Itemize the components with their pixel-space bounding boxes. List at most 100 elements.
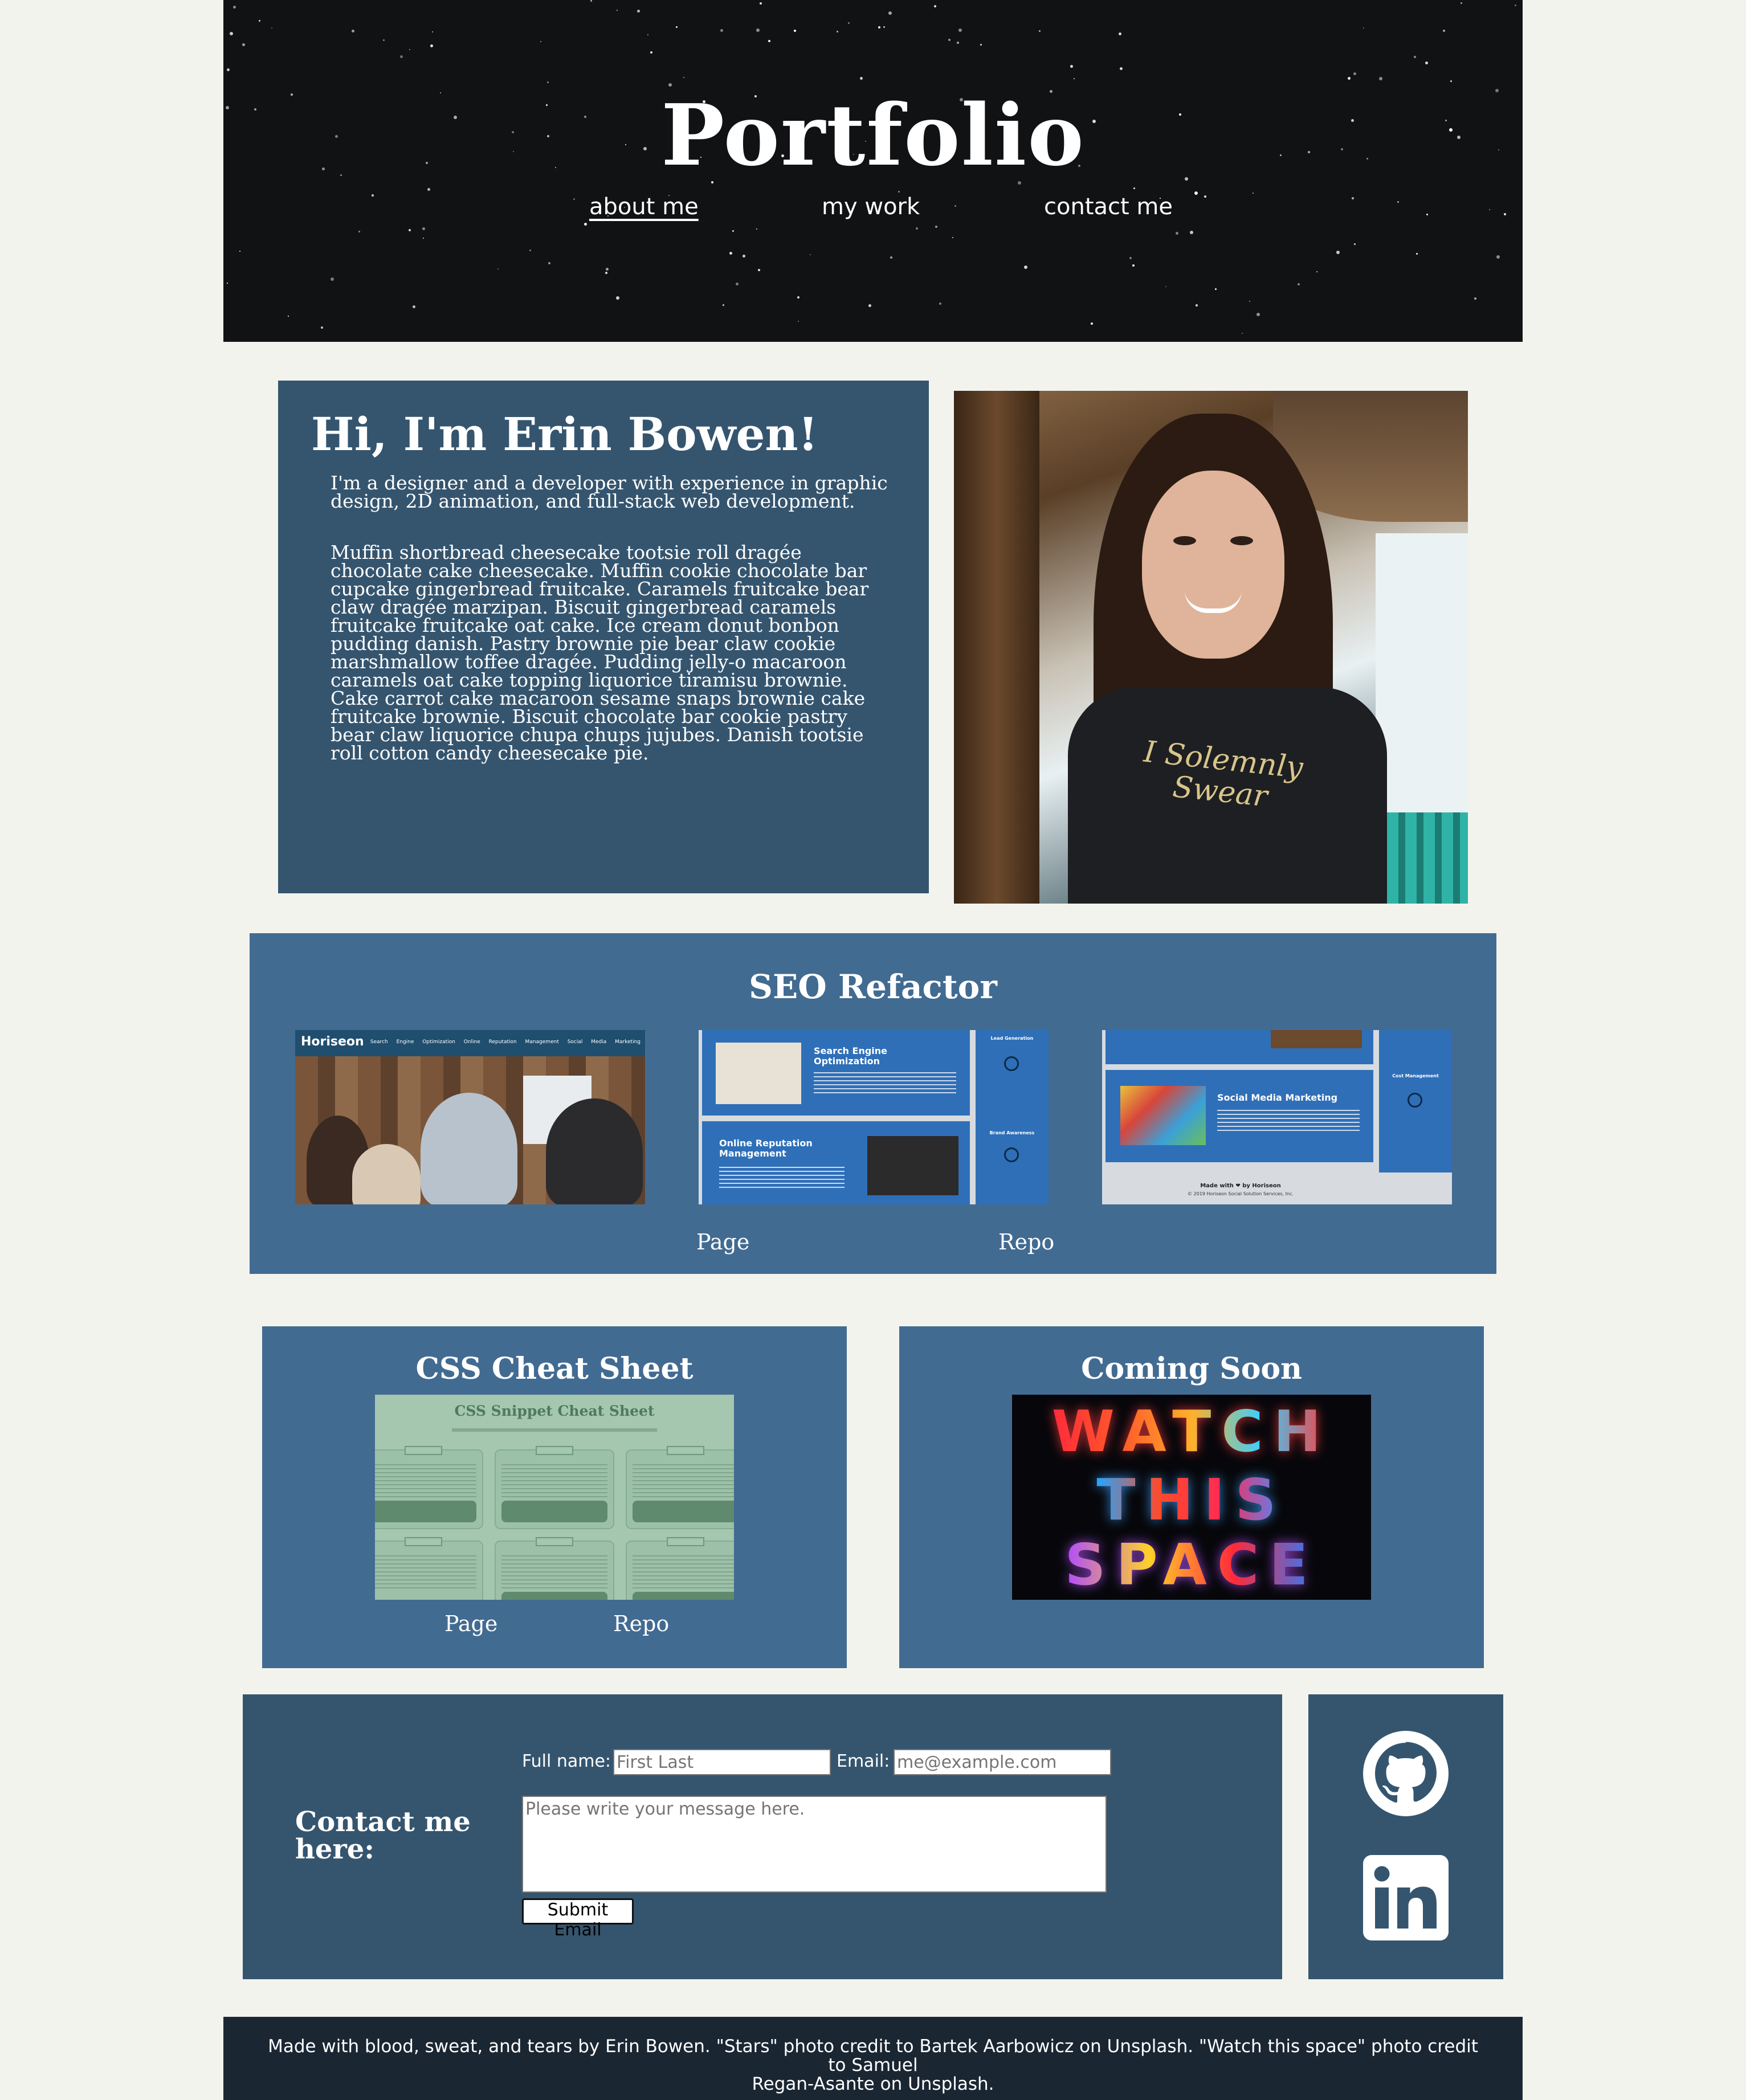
star: [230, 32, 233, 35]
footer-credit-line-2: Regan-Asante on Unsplash.: [752, 2074, 994, 2094]
full-name-input[interactable]: [613, 1749, 831, 1775]
nav-my-work[interactable]: my work: [822, 194, 920, 220]
star: [1196, 304, 1198, 307]
star: [1176, 232, 1178, 235]
star: [732, 230, 734, 232]
star: [794, 30, 796, 32]
star: [957, 42, 959, 44]
star: [948, 39, 950, 41]
star: [756, 28, 760, 32]
css-page-link[interactable]: Page: [444, 1611, 497, 1636]
star: [952, 237, 953, 238]
tile-seo-title: Search Engine Optimization: [814, 1045, 888, 1067]
star: [1425, 62, 1428, 64]
star: [676, 26, 678, 28]
star: [837, 31, 838, 32]
tile-smm-title: Social Media Marketing: [1217, 1092, 1338, 1103]
star: [798, 321, 799, 322]
full-name-label: Full name:: [522, 1751, 611, 1771]
star: [1474, 297, 1476, 300]
star: [1091, 322, 1093, 325]
horiseon-nav-links: Search Engine Optimization Online Reputa…: [370, 1039, 641, 1045]
star: [413, 305, 415, 308]
star: [1257, 313, 1260, 316]
star: [878, 26, 880, 28]
star: [233, 6, 236, 9]
star: [259, 20, 260, 22]
star: [1515, 5, 1516, 6]
project-css-cheat-sheet: CSS Cheat Sheet CSS Snippet Cheat Sheet …: [262, 1326, 847, 1668]
seo-screenshot-services: Search Engine Optimization Online Reputa…: [699, 1030, 1049, 1204]
about-heading: Hi, I'm Erin Bowen!: [311, 407, 818, 461]
about-intro: I'm a designer and a developer with expe…: [331, 472, 888, 512]
star: [1353, 72, 1356, 75]
star: [352, 30, 354, 32]
star: [1119, 32, 1121, 35]
star: [958, 28, 962, 32]
star: [1242, 333, 1243, 334]
star: [547, 81, 549, 83]
seo-repo-link[interactable]: Repo: [998, 1229, 1054, 1255]
star: [883, 26, 885, 28]
star: [400, 55, 403, 58]
star: [650, 51, 652, 54]
star: [432, 31, 433, 32]
seo-page-link[interactable]: Page: [696, 1229, 749, 1255]
star: [605, 272, 607, 274]
neon-word-this: THIS: [1096, 1466, 1287, 1533]
star: [409, 49, 410, 50]
footer-credit-line-1: Made with blood, sweat, and tears by Eri…: [268, 2036, 1478, 2076]
star: [227, 68, 230, 71]
star: [1165, 286, 1166, 287]
star: [529, 250, 531, 251]
star: [683, 77, 684, 78]
star: [427, 188, 430, 191]
about-body: Muffin shortbread cheesecake tootsie rol…: [331, 541, 869, 764]
star: [848, 22, 850, 24]
project-title: SEO Refactor: [749, 967, 997, 1006]
nav-contact-me[interactable]: contact me: [1044, 194, 1173, 220]
project-title: CSS Cheat Sheet: [415, 1351, 693, 1386]
tile-orm-title: Online Reputation Management: [719, 1138, 813, 1159]
star: [797, 296, 799, 299]
contact-heading: Contact me here:: [295, 1806, 471, 1865]
social-links: [1308, 1694, 1503, 1979]
star: [331, 277, 334, 281]
email-input[interactable]: [894, 1749, 1111, 1775]
star: [1379, 77, 1382, 80]
site-header: Portfolio about me my work contact me: [223, 0, 1523, 342]
message-textarea[interactable]: [522, 1796, 1107, 1893]
site-title: Portfolio: [661, 85, 1085, 185]
side-lead-generation: Lead Generation: [990, 1036, 1034, 1041]
star: [888, 11, 892, 15]
star: [1443, 30, 1445, 32]
contact-section: Contact me here: Full name: Email: Submi…: [243, 1694, 1282, 1979]
star: [288, 316, 289, 317]
css-repo-link[interactable]: Repo: [613, 1611, 669, 1636]
linkedin-icon[interactable]: [1363, 1855, 1449, 1940]
star: [723, 304, 724, 306]
cheat-sheet-screenshot: CSS Snippet Cheat Sheet: [375, 1395, 734, 1600]
horiseon-logo: Horiseon: [301, 1035, 364, 1049]
star: [758, 269, 760, 271]
copyright-text: © 2019 Horiseon Social Solution Services…: [1187, 1191, 1294, 1196]
star: [939, 303, 941, 305]
github-icon[interactable]: [1363, 1731, 1449, 1816]
star: [590, 0, 592, 2]
nav-about-me[interactable]: about me: [589, 194, 699, 220]
star: [1133, 187, 1135, 189]
star: [729, 252, 732, 255]
star: [540, 41, 541, 42]
star: [1496, 255, 1500, 259]
side-brand-awareness: Brand Awareness: [989, 1130, 1035, 1135]
project-title: Coming Soon: [1081, 1351, 1302, 1386]
star: [1461, 2, 1462, 4]
star: [617, 10, 618, 11]
side-cost-management: Cost Management: [1392, 1073, 1439, 1078]
about-section: Hi, I'm Erin Bowen! I'm a designer and a…: [278, 381, 929, 893]
seo-screenshot-hero: Horiseon Search Engine Optimization Onli…: [295, 1030, 645, 1204]
star: [1074, 78, 1075, 79]
submit-email-button[interactable]: Submit Email: [522, 1898, 634, 1940]
star: [358, 231, 360, 232]
star: [756, 228, 757, 230]
